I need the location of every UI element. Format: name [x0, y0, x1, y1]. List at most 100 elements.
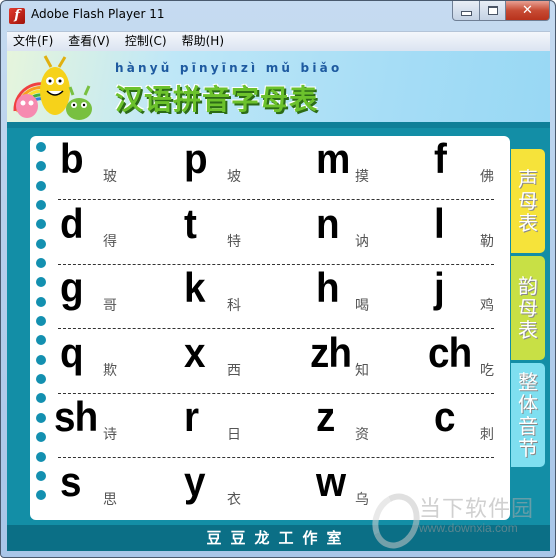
initial-letter: zh [310, 328, 352, 376]
initial-letter: c [434, 393, 456, 440]
initials-row: sh 诗 r 日 z 资 c 刺 [30, 394, 502, 458]
example-hanzi: 资 [355, 427, 369, 443]
initial-cell[interactable]: g哥 [58, 265, 148, 325]
title-bar[interactable]: f Adobe Flash Player 11 ✕ [1, 1, 555, 31]
example-hanzi: 吃 [480, 362, 494, 379]
initials-row: b玻p坡m摸f佛 [30, 136, 502, 200]
example-hanzi: 玻 [103, 169, 117, 185]
example-hanzi: 讷 [355, 233, 369, 250]
tab-whole-syllables[interactable]: 整 体 音 节 [511, 363, 545, 467]
initial-cell[interactable]: j鸡 [432, 265, 522, 325]
menu-control[interactable]: 控制(C) [119, 32, 173, 51]
tab-initials-char: 母 [518, 189, 538, 213]
initial-cell[interactable]: s思 [58, 459, 148, 519]
initial-letter: y [184, 457, 206, 505]
initial-letter: r [184, 393, 199, 440]
initial-cell[interactable]: sh 诗 [54, 394, 148, 454]
flash-app-icon: f [9, 8, 25, 24]
maximize-button[interactable] [480, 1, 506, 21]
banner: hànyǔ pīnyīnzì mǔ biǎo 汉语拼音字母表 [7, 51, 550, 122]
flash-player-window: f Adobe Flash Player 11 ✕ 文件(F) 查看(V) 控制… [0, 0, 556, 558]
example-hanzi: 衣 [227, 491, 241, 508]
initial-cell[interactable]: b玻 [58, 136, 148, 196]
tab-whole-syllables-char: 体 [518, 392, 538, 416]
close-button[interactable]: ✕ [506, 1, 550, 21]
minimize-button[interactable] [452, 1, 480, 21]
initials-row: q 欺 x 西 zh 知 ch 吃 [30, 330, 502, 394]
example-hanzi: 特 [227, 233, 241, 250]
initial-cell[interactable]: ch 吃 [428, 330, 522, 390]
tab-initials-char: 表 [518, 211, 538, 235]
initial-cell[interactable]: zh 知 [310, 330, 404, 390]
initial-letter: d [60, 199, 84, 247]
side-tabs: 声 母 表 韵 母 表 整 体 音 节 [511, 149, 545, 467]
tab-whole-syllables-char: 整 [518, 370, 538, 394]
initial-cell[interactable]: q欺 [58, 330, 148, 390]
example-hanzi: 刺 [480, 427, 494, 443]
banner-pinyin: hànyǔ pīnyīnzì mǔ biǎo [115, 61, 343, 75]
example-hanzi: 欺 [103, 362, 117, 379]
tab-whole-syllables-char: 音 [518, 414, 538, 438]
initial-cell[interactable]: n讷 [314, 201, 404, 261]
initial-cell[interactable]: k科 [182, 265, 272, 325]
initial-letter: b [60, 135, 84, 182]
example-hanzi: 哥 [103, 298, 117, 314]
initial-letter: k [184, 264, 206, 311]
initial-cell[interactable]: w乌 [314, 459, 404, 519]
initials-row: g哥k科h喝j鸡 [30, 265, 502, 329]
example-hanzi: 得 [103, 233, 117, 250]
close-icon: ✕ [522, 3, 533, 18]
initial-letter: sh [54, 393, 98, 440]
minimize-icon [460, 11, 472, 16]
maximize-icon [487, 6, 498, 15]
initial-cell[interactable]: f佛 [432, 136, 522, 196]
initial-cell[interactable]: h喝 [314, 265, 404, 325]
example-hanzi: 日 [227, 427, 241, 443]
initial-letter: n [316, 199, 340, 247]
example-hanzi: 知 [355, 362, 369, 379]
example-hanzi: 鸡 [480, 298, 494, 314]
tab-whole-syllables-char: 节 [518, 436, 538, 460]
initial-cell[interactable]: p坡 [182, 136, 272, 196]
tab-finals[interactable]: 韵 母 表 [511, 256, 545, 360]
initial-letter: p [184, 135, 208, 182]
initial-cell[interactable]: c刺 [432, 394, 522, 454]
menu-help[interactable]: 帮助(H) [176, 32, 230, 51]
tab-finals-char: 母 [518, 296, 538, 320]
banner-title: 汉语拼音字母表 [115, 83, 319, 116]
initial-letter: s [60, 457, 82, 505]
initials-card: b 玻 p 坡 m 摸 f 佛 d 得 t 特 n 讷 l 勒 g 哥 k 科 h 喝 j 鸡 q 欺 x 西 zh 知 ch 吃 sh 诗 r 日 z… [30, 136, 510, 520]
flash-content: hànyǔ pīnyīnzì mǔ biǎo 汉语拼音字母表 b玻p坡m摸f佛d… [7, 51, 550, 551]
example-hanzi: 乌 [355, 491, 369, 508]
example-hanzi: 勒 [480, 233, 494, 250]
window-title: Adobe Flash Player 11 [31, 7, 165, 21]
example-hanzi: 思 [103, 491, 117, 508]
example-hanzi: 西 [227, 362, 241, 379]
initial-letter: q [60, 328, 84, 376]
initial-cell[interactable]: y衣 [182, 459, 272, 519]
initial-cell[interactable]: l勒 [432, 201, 522, 261]
initial-cell[interactable]: d得 [58, 201, 148, 261]
menu-file[interactable]: 文件(F) [7, 32, 59, 51]
initial-cell[interactable]: m摸 [314, 136, 404, 196]
tab-finals-char: 韵 [518, 274, 538, 298]
initial-letter: z [316, 393, 335, 440]
mascots-illustration [13, 55, 92, 120]
example-hanzi: 摸 [355, 169, 369, 185]
initial-letter: w [316, 457, 346, 505]
initials-row: s思y衣w乌 [30, 459, 502, 523]
initial-letter: l [434, 199, 445, 247]
example-hanzi: 坡 [227, 169, 241, 185]
menu-view[interactable]: 查看(V) [62, 32, 116, 51]
initial-cell[interactable]: t特 [182, 201, 272, 261]
tab-initials[interactable]: 声 母 表 [511, 149, 545, 253]
footer-credit: 豆豆龙工作室 [7, 525, 550, 551]
initial-cell[interactable]: z资 [314, 394, 404, 454]
initial-letter: ch [428, 328, 472, 376]
initial-cell[interactable]: r日 [182, 394, 272, 454]
initial-cell[interactable]: x西 [182, 330, 272, 390]
initials-row: d得t特n讷l勒 [30, 201, 502, 265]
example-hanzi: 佛 [480, 169, 494, 185]
initial-letter: t [184, 199, 197, 247]
initial-letter: f [434, 135, 447, 182]
